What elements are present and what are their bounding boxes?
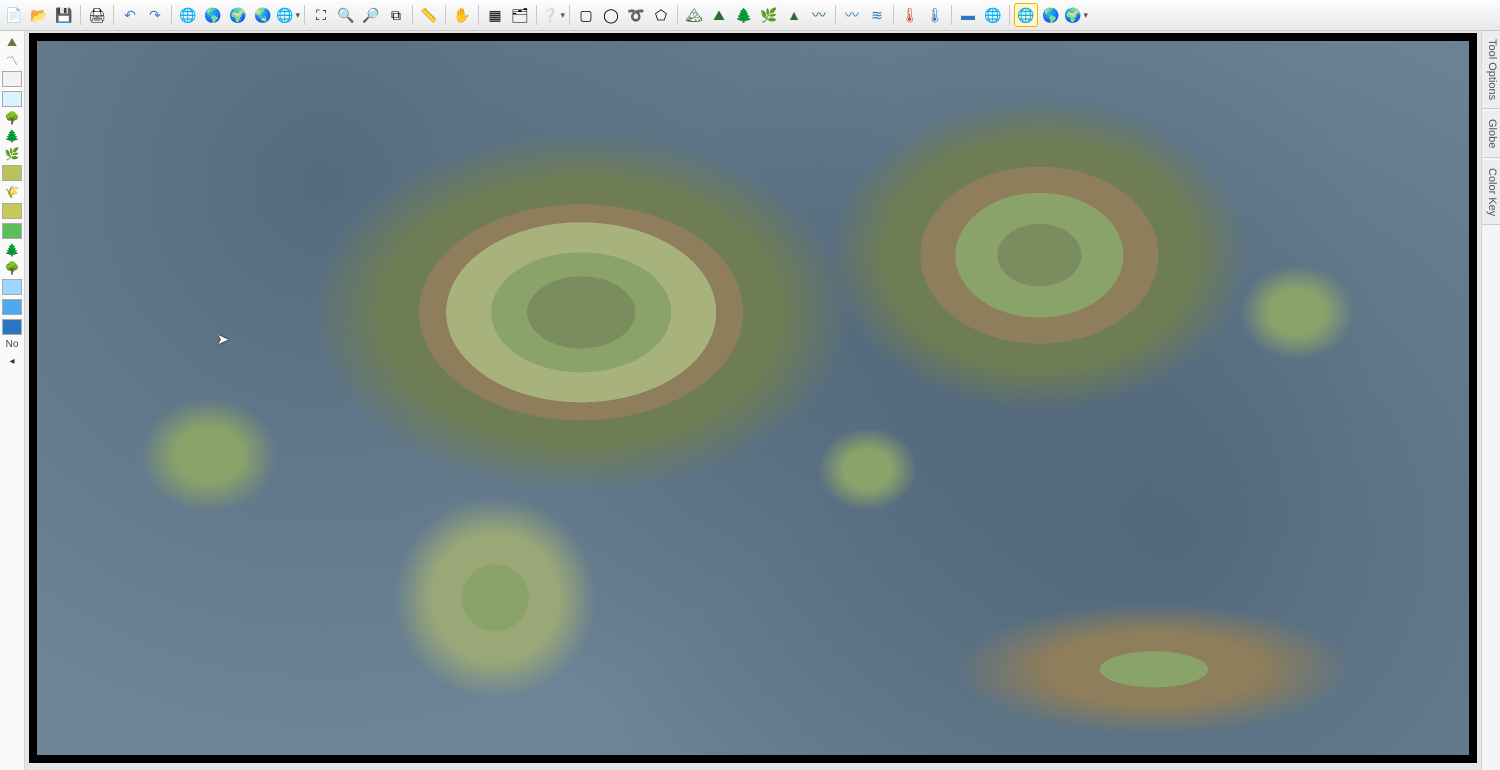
terrain-plains-icon[interactable]: 〰 (807, 3, 831, 27)
main-toolbar: 📄📂💾🖨↶↷🌐🌎🌍🌏🌐▾⛶🔍🔎⧉📏✋▦🗂❔▾▢◯➰⬠🏔⛰🌲🌿▲〰〰≋🌡🌡▬🌐🌐🌎… (0, 0, 1500, 31)
select-ellipse-icon[interactable]: ◯ (599, 3, 623, 27)
render-highlight-icon[interactable]: 🌐 (1014, 3, 1038, 27)
toolbar-separator (412, 5, 413, 25)
layer-savanna-icon[interactable]: 🌾 (3, 185, 21, 199)
toolbar-separator (80, 5, 81, 25)
layer-dry-swatch[interactable] (2, 203, 22, 219)
save-icon[interactable]: 💾 (52, 3, 76, 27)
planet-icon[interactable]: 🌐 (981, 3, 1005, 27)
toolbar-separator (113, 5, 114, 25)
toolbar-separator (893, 5, 894, 25)
layer-green-swatch[interactable] (2, 223, 22, 239)
dropdown-caret-icon: ▾ (558, 10, 565, 21)
terrain-hill-icon[interactable]: ⛰ (707, 3, 731, 27)
layer-forest-icon[interactable]: 🌳 (3, 111, 21, 125)
layer-shrub-icon[interactable]: 🌿 (3, 147, 21, 161)
toolbar-separator (445, 5, 446, 25)
map-canvas[interactable]: ➤ (29, 33, 1477, 763)
main-area: ⛰ 〽 🌳 🌲 🌿 🌾 🌲 🌳 No ◂ ➤ Tool Options Globe Color Key (0, 31, 1500, 770)
globe-more-icon[interactable]: 🌐▾ (276, 3, 300, 27)
layers-icon[interactable]: 🗂 (508, 3, 532, 27)
toolbar-separator (677, 5, 678, 25)
ruler-icon[interactable]: 📏 (417, 3, 441, 27)
layer-hills-icon[interactable]: 〽 (3, 53, 21, 67)
zoom-extents-icon[interactable]: ⛶ (309, 3, 333, 27)
globe-green-icon[interactable]: 🌍 (226, 3, 250, 27)
help-icon[interactable]: ❔▾ (541, 3, 565, 27)
zoom-in-icon[interactable]: 🔍 (334, 3, 358, 27)
layer-pine-icon[interactable]: 🌲 (3, 129, 21, 143)
layer-water-deep-swatch[interactable] (2, 319, 22, 335)
select-poly-icon[interactable]: ⬠ (649, 3, 673, 27)
layer-darkforest-icon[interactable]: 🌲 (3, 243, 21, 257)
globe-brown-icon[interactable]: 🌎 (201, 3, 225, 27)
undo-icon[interactable]: ↶ (118, 3, 142, 27)
river-tool-icon[interactable]: 〰 (840, 3, 864, 27)
toolbar-separator (569, 5, 570, 25)
terrain-marsh-icon[interactable]: 🌿 (757, 3, 781, 27)
right-sidebar: Tool Options Globe Color Key (1481, 31, 1500, 770)
globe-icon[interactable]: 🌐 (176, 3, 200, 27)
temperature-down-icon[interactable]: 🌡 (923, 3, 947, 27)
canvas-wrap: ➤ (25, 31, 1481, 770)
layer-blank-swatch[interactable] (2, 71, 22, 87)
layer-terrain-icon[interactable]: ⛰ (3, 35, 21, 49)
layer-jungle-icon[interactable]: 🌳 (3, 261, 21, 275)
select-lasso-icon[interactable]: ➰ (624, 3, 648, 27)
print-icon[interactable]: 🖨 (85, 3, 109, 27)
render-globe-alt-icon[interactable]: 🌍▾ (1064, 3, 1088, 27)
color-key-tab[interactable]: Color Key (1482, 160, 1500, 225)
layer-water-mid-swatch[interactable] (2, 299, 22, 315)
toolbar-separator (1009, 5, 1010, 25)
redo-icon[interactable]: ↷ (143, 3, 167, 27)
toolbar-separator (536, 5, 537, 25)
toolbar-separator (478, 5, 479, 25)
terrain-forest-icon[interactable]: 🌲 (732, 3, 756, 27)
layer-ice-swatch[interactable] (2, 91, 22, 107)
layer-grass-swatch[interactable] (2, 165, 22, 181)
tool-options-tab[interactable]: Tool Options (1482, 31, 1500, 109)
render-globe-icon[interactable]: 🌎 (1039, 3, 1063, 27)
layer-water-shallow-swatch[interactable] (2, 279, 22, 295)
toolbar-separator (951, 5, 952, 25)
dropdown-caret-icon: ▾ (1081, 10, 1088, 21)
cursor-icon: ➤ (217, 331, 229, 348)
pan-icon[interactable]: ✋ (450, 3, 474, 27)
grid-icon[interactable]: ▦ (483, 3, 507, 27)
sidebar-collapse-icon[interactable]: ◂ (9, 354, 14, 367)
zoom-window-icon[interactable]: ⧉ (384, 3, 408, 27)
toolbar-separator (171, 5, 172, 25)
dropdown-caret-icon: ▾ (293, 10, 300, 21)
toolbar-separator (304, 5, 305, 25)
terrain-desert-icon[interactable]: ▲ (782, 3, 806, 27)
zoom-out-icon[interactable]: 🔎 (359, 3, 383, 27)
toolbar-separator (835, 5, 836, 25)
ocean-tool-icon[interactable]: ▬ (956, 3, 980, 27)
select-rect-icon[interactable]: ▢ (574, 3, 598, 27)
terrain-mountain-icon[interactable]: 🏔 (682, 3, 706, 27)
globe-tab[interactable]: Globe (1482, 111, 1500, 157)
globe-alt-icon[interactable]: 🌏 (251, 3, 275, 27)
open-file-icon[interactable]: 📂 (27, 3, 51, 27)
river-edit-icon[interactable]: ≋ (865, 3, 889, 27)
new-file-icon[interactable]: 📄 (2, 3, 26, 27)
temperature-up-icon[interactable]: 🌡 (898, 3, 922, 27)
left-sidebar: ⛰ 〽 🌳 🌲 🌿 🌾 🌲 🌳 No ◂ (0, 31, 25, 770)
palette-none-label[interactable]: No (0, 339, 24, 350)
